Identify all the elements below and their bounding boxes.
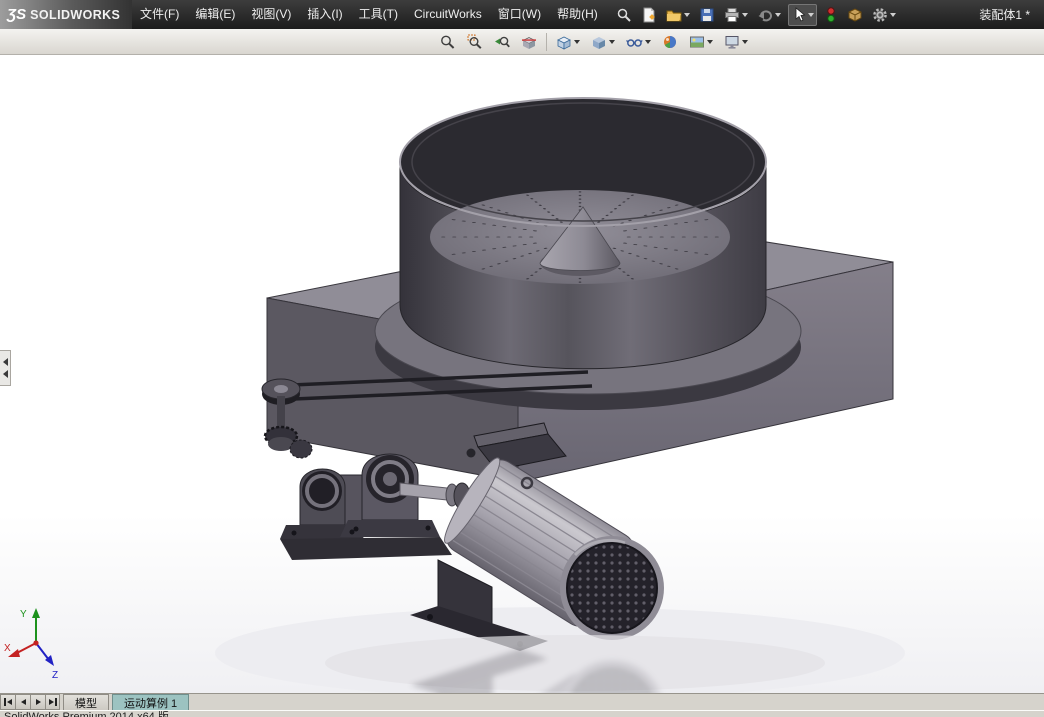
print-icon[interactable] (722, 5, 750, 25)
menu-file[interactable]: 文件(F) (132, 0, 187, 29)
y-axis-arrow (32, 608, 40, 618)
menu-insert[interactable]: 插入(I) (299, 0, 350, 29)
logo-glyph: ƷS (7, 6, 26, 23)
section-view-icon[interactable] (519, 33, 539, 51)
rebuild-traffic-light-icon[interactable] (822, 4, 840, 26)
options-dropdown-caret[interactable] (890, 13, 896, 17)
zoom-area-icon[interactable] (465, 33, 485, 51)
menu-edit[interactable]: 编辑(E) (187, 0, 243, 29)
menu-view[interactable]: 视图(V) (243, 0, 299, 29)
view-toolbar (0, 29, 1044, 55)
search-icon[interactable] (614, 5, 634, 25)
tab-motion-study-1[interactable]: 运动算例 1 (112, 694, 189, 710)
next-tab-button[interactable] (30, 694, 45, 710)
select-cursor-icon[interactable] (788, 4, 817, 26)
print-dropdown-caret[interactable] (742, 13, 748, 17)
status-text: SolidWorks Premium 2014 x64 版 (0, 711, 1044, 717)
view-orientation-icon[interactable] (554, 33, 582, 51)
tab-nav-buttons (0, 694, 60, 710)
tabbar-spacer (189, 694, 1044, 710)
menu-help[interactable]: 帮助(H) (549, 0, 606, 29)
apply-scene-caret[interactable] (707, 40, 713, 44)
motor-fan-grille (560, 536, 664, 640)
graphics-viewport[interactable]: Y X Z (0, 55, 1044, 693)
solidworks-logo: ƷS SOLIDWORKS (0, 0, 132, 29)
undo-icon[interactable] (755, 5, 783, 25)
undo-dropdown-caret[interactable] (775, 13, 781, 17)
status-bar: SolidWorks Premium 2014 x64 版 (0, 710, 1044, 717)
first-tab-button[interactable] (0, 694, 15, 710)
hide-show-items-caret[interactable] (645, 40, 651, 44)
menu-tools[interactable]: 工具(T) (351, 0, 406, 29)
apply-scene-icon[interactable] (687, 33, 715, 51)
options-icon[interactable] (870, 5, 898, 25)
assembly-model[interactable] (0, 55, 1044, 693)
menu-list: 文件(F) 编辑(E) 视图(V) 插入(I) 工具(T) CircuitWor… (132, 0, 606, 29)
logo-word: SOLIDWORKS (30, 8, 120, 22)
document-title: 装配体1 * (979, 6, 1030, 23)
hopper-drum[interactable] (400, 98, 766, 369)
open-icon[interactable] (664, 5, 692, 25)
tab-model[interactable]: 模型 (63, 694, 109, 710)
collapse-left-icon (3, 370, 8, 378)
hide-show-items-icon[interactable] (624, 33, 653, 51)
panel-flyout-arrows[interactable] (0, 350, 11, 386)
save-icon[interactable] (697, 5, 717, 25)
view-settings-icon[interactable] (722, 33, 750, 51)
open-dropdown-caret[interactable] (684, 13, 690, 17)
display-style-caret[interactable] (609, 40, 615, 44)
y-axis-label: Y (20, 609, 27, 620)
view-settings-caret[interactable] (742, 40, 748, 44)
previous-view-icon[interactable] (492, 33, 512, 51)
last-tab-button[interactable] (45, 694, 60, 710)
gearbox (280, 454, 452, 560)
toolbar-separator (546, 33, 547, 51)
zoom-fit-icon[interactable] (438, 33, 458, 51)
menu-circuitworks[interactable]: CircuitWorks (406, 0, 490, 29)
study-tabbar: 模型 运动算例 1 (0, 693, 1044, 710)
quick-toolbar (614, 4, 898, 26)
orientation-triad[interactable]: Y X Z (2, 603, 66, 681)
menu-window[interactable]: 窗口(W) (490, 0, 549, 29)
file-properties-icon[interactable] (845, 5, 865, 25)
previous-tab-button[interactable] (15, 694, 30, 710)
collapse-left-icon (3, 358, 8, 366)
select-dropdown-caret[interactable] (808, 13, 814, 17)
display-style-icon[interactable] (589, 33, 617, 51)
new-document-icon[interactable] (639, 5, 659, 25)
view-orientation-caret[interactable] (574, 40, 580, 44)
x-axis-label: X (4, 643, 11, 654)
solidworks-window: ƷS SOLIDWORKS 文件(F) 编辑(E) 视图(V) 插入(I) 工具… (0, 0, 1044, 717)
z-axis-label: Z (52, 670, 58, 681)
edit-appearance-icon[interactable] (660, 33, 680, 51)
menubar: ƷS SOLIDWORKS 文件(F) 编辑(E) 视图(V) 插入(I) 工具… (0, 0, 1044, 29)
